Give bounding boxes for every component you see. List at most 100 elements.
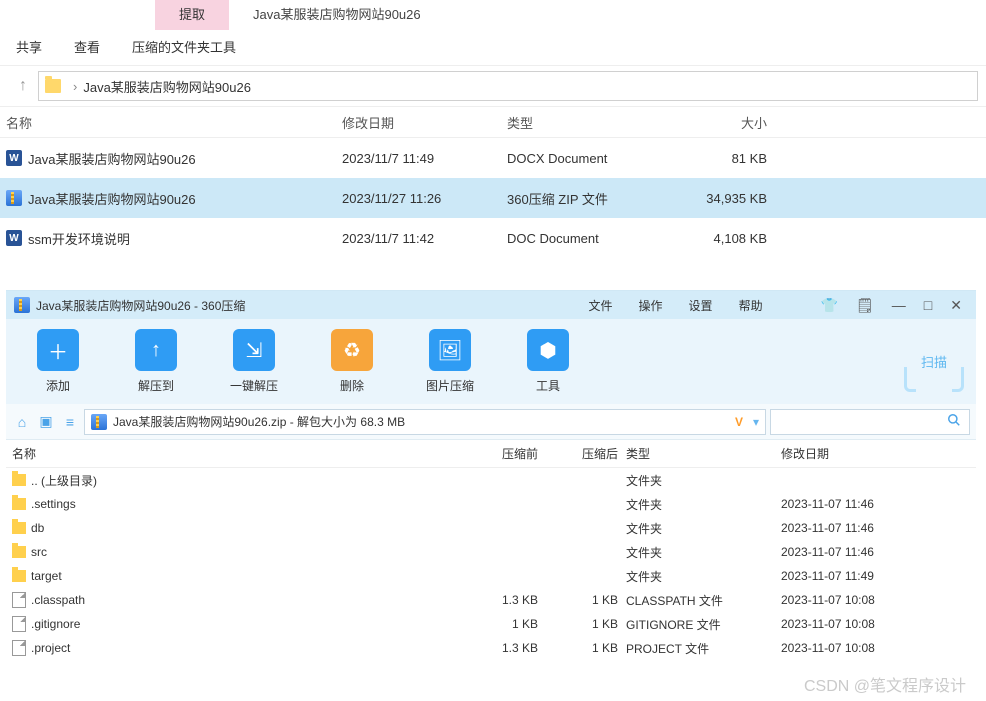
file-row[interactable]: Wssm开发环境说明2023/11/7 11:42DOC Document4,1… — [0, 218, 986, 258]
zip-item-date: 2023-11-07 10:08 — [781, 641, 931, 655]
file-type: DOCX Document — [507, 151, 667, 166]
zip-menu-file[interactable]: 文件 — [579, 297, 623, 314]
zip-item-type: 文件夹 — [626, 472, 781, 489]
zip-menu-help[interactable]: 帮助 — [729, 297, 773, 314]
zip-toolbar: ＋添加 ↑解压到 ⇲一键解压 ♻删除 🖼图片压缩 ⬢工具 扫描 — [6, 319, 976, 404]
toolbar-tools[interactable]: ⬢工具 — [508, 329, 588, 394]
zcol-name[interactable]: 名称 — [6, 445, 466, 462]
zip-item-date: 2023-11-07 11:49 — [781, 569, 931, 583]
folder-icon — [12, 522, 26, 534]
zip-row[interactable]: .settings文件夹2023-11-07 11:46 — [6, 492, 976, 516]
zcol-before[interactable]: 压缩前 — [466, 445, 546, 462]
zip-row[interactable]: .classpath1.3 KB1 KBCLASSPATH 文件2023-11-… — [6, 588, 976, 612]
breadcrumb[interactable]: › Java某服装店购物网站90u26 — [38, 71, 978, 101]
zip-row[interactable]: .gitignore1 KB1 KBGITIGNORE 文件2023-11-07… — [6, 612, 976, 636]
col-size[interactable]: 大小 — [667, 113, 777, 132]
zip-window-title: Java某服装店购物网站90u26 - 360压缩 — [36, 297, 245, 314]
zip-item-name: .settings — [31, 497, 76, 511]
zip-addressbar: ⌂ ▣ ≡ Java某服装店购物网站90u26.zip - 解包大小为 68.3… — [6, 404, 976, 440]
zip-item-name: .project — [31, 641, 70, 655]
zip-item-name: src — [31, 545, 47, 559]
zcol-type[interactable]: 类型 — [626, 445, 781, 462]
scan-button[interactable]: 扫描 — [904, 332, 964, 392]
toolbar-delete[interactable]: ♻删除 — [312, 329, 392, 394]
file-type: 360压缩 ZIP 文件 — [507, 189, 667, 208]
folder-icon — [12, 546, 26, 558]
toolbar-one-click[interactable]: ⇲一键解压 — [214, 329, 294, 394]
col-name[interactable]: 名称 — [0, 113, 342, 132]
zip-menu-settings[interactable]: 设置 — [679, 297, 723, 314]
zip-row[interactable]: src文件夹2023-11-07 11:46 — [6, 540, 976, 564]
zip-item-date: 2023-11-07 10:08 — [781, 617, 931, 631]
zip-item-before: 1.3 KB — [466, 593, 546, 607]
zip-item-type: GITIGNORE 文件 — [626, 616, 781, 633]
toolbar-extract-to[interactable]: ↑解压到 — [116, 329, 196, 394]
zip-menu-ops[interactable]: 操作 — [629, 297, 673, 314]
file-icon — [12, 640, 26, 656]
zip-item-type: 文件夹 — [626, 544, 781, 561]
close-icon[interactable]: ✕ — [944, 297, 968, 314]
menu-share[interactable]: 共享 — [0, 30, 58, 66]
watermark: CSDN @笔文程序设计 — [804, 672, 966, 696]
home-icon[interactable]: ⌂ — [12, 414, 32, 430]
extract-to-icon: ↑ — [135, 329, 177, 371]
file-name: ssm开发环境说明 — [28, 229, 130, 248]
zip-item-before: 1.3 KB — [466, 641, 546, 655]
folder-tree-icon[interactable]: ▣ — [36, 413, 56, 430]
file-size: 34,935 KB — [667, 191, 777, 206]
archive-icon — [14, 297, 30, 313]
zip-search-input[interactable] — [770, 409, 970, 435]
file-row[interactable]: WJava某服装店购物网站90u262023/11/7 11:49DOCX Do… — [0, 138, 986, 178]
toolbar-img-compress[interactable]: 🖼图片压缩 — [410, 329, 490, 394]
chevron-down-icon[interactable]: ▾ — [753, 415, 759, 429]
zip-item-name: .classpath — [31, 593, 85, 607]
file-date: 2023/11/7 11:42 — [342, 231, 507, 246]
zip-titlebar[interactable]: Java某服装店购物网站90u26 - 360压缩 文件 操作 设置 帮助 👕 … — [6, 291, 976, 319]
zip-item-type: CLASSPATH 文件 — [626, 592, 781, 609]
menu-zip-tool[interactable]: 压缩的文件夹工具 — [116, 30, 252, 66]
explorer-menu: 共享 查看 压缩的文件夹工具 — [0, 30, 986, 66]
zcol-date[interactable]: 修改日期 — [781, 445, 931, 462]
word-icon: W — [6, 150, 22, 166]
zip-row[interactable]: db文件夹2023-11-07 11:46 — [6, 516, 976, 540]
file-icon — [12, 616, 26, 632]
zip-row[interactable]: target文件夹2023-11-07 11:49 — [6, 564, 976, 588]
file-row[interactable]: Java某服装店购物网站90u26 2023/11/27 11:26360压缩 Z… — [0, 178, 986, 218]
zip-row[interactable]: .project1.3 KB1 KBPROJECT 文件2023-11-07 1… — [6, 636, 976, 660]
zip-window: Java某服装店购物网站90u26 - 360压缩 文件 操作 设置 帮助 👕 … — [6, 290, 976, 700]
col-type[interactable]: 类型 — [507, 113, 667, 132]
file-size: 4,108 KB — [667, 231, 777, 246]
tab-extract[interactable]: 提取 — [155, 0, 229, 30]
note-icon[interactable]: 🗒 — [850, 297, 880, 314]
up-icon[interactable]: ↑ — [8, 77, 38, 95]
folder-icon — [12, 570, 26, 582]
file-date: 2023/11/27 11:26 — [342, 191, 507, 206]
tab-archive-title[interactable]: Java某服装店购物网站90u26 — [229, 0, 445, 30]
zip-list-header: 名称 压缩前 压缩后 类型 修改日期 — [6, 440, 976, 468]
word-icon: W — [6, 230, 22, 246]
file-icon — [12, 592, 26, 608]
top-tab-bar: 提取 Java某服装店购物网站90u26 — [0, 0, 986, 30]
list-icon[interactable]: ≡ — [60, 414, 80, 430]
file-size: 81 KB — [667, 151, 777, 166]
zcol-after[interactable]: 压缩后 — [546, 445, 626, 462]
breadcrumb-wrap: ↑ › Java某服装店购物网站90u26 — [0, 66, 986, 106]
zip-item-name: db — [31, 521, 44, 535]
v-badge[interactable]: V — [731, 415, 747, 429]
file-name: Java某服装店购物网站90u26 — [28, 189, 196, 208]
minimize-icon[interactable]: — — [886, 297, 912, 313]
zip-item-name: target — [31, 569, 62, 583]
maximize-icon[interactable]: □ — [918, 297, 938, 313]
zip-row[interactable]: .. (上级目录)文件夹 — [6, 468, 976, 492]
menu-view[interactable]: 查看 — [58, 30, 116, 66]
zip-item-before: 1 KB — [466, 617, 546, 631]
zip-path-input[interactable]: Java某服装店购物网站90u26.zip - 解包大小为 68.3 MB V … — [84, 409, 766, 435]
zip-item-type: 文件夹 — [626, 496, 781, 513]
zip-item-after: 1 KB — [546, 593, 626, 607]
shirt-icon[interactable]: 👕 — [815, 297, 844, 314]
zip-item-after: 1 KB — [546, 617, 626, 631]
col-date[interactable]: 修改日期 — [342, 113, 507, 132]
tools-icon: ⬢ — [527, 329, 569, 371]
toolbar-add[interactable]: ＋添加 — [18, 329, 98, 394]
chevron-right-icon: › — [67, 79, 83, 94]
